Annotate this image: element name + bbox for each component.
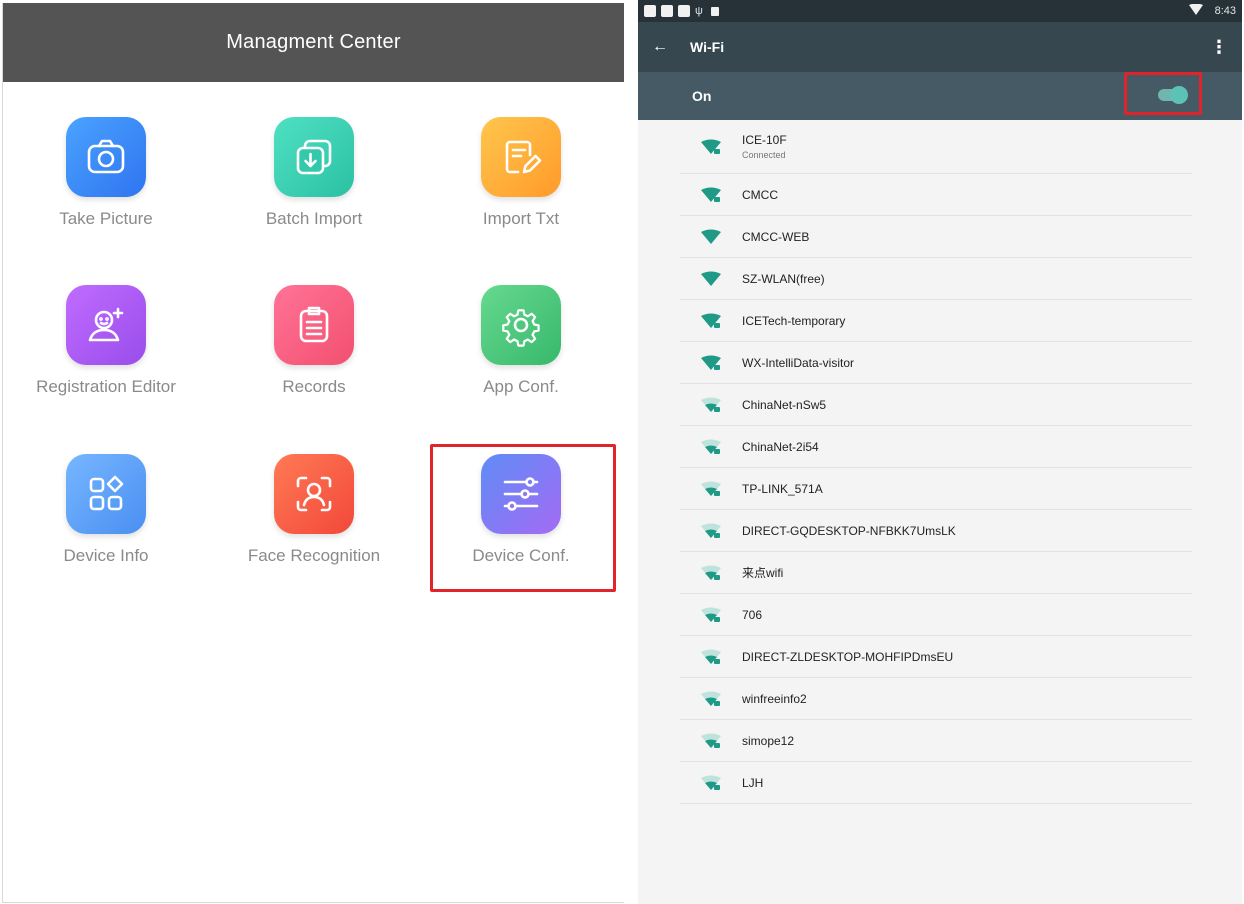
usb-icon: ψ bbox=[695, 5, 703, 17]
wifi-network-row[interactable]: winfreeinfo2 bbox=[680, 678, 1192, 720]
wifi-network-name: TP-LINK_571A bbox=[742, 481, 823, 496]
tile-take-picture[interactable]: Take Picture bbox=[6, 117, 206, 229]
back-arrow-icon[interactable]: ← bbox=[652, 38, 668, 56]
notification-icon bbox=[678, 5, 690, 17]
notification-icon bbox=[644, 5, 656, 17]
wifi-network-row[interactable]: SZ-WLAN(free) bbox=[680, 258, 1192, 300]
wifi-network-row[interactable]: LJH bbox=[680, 762, 1192, 804]
wifi-network-row[interactable]: simope12 bbox=[680, 720, 1192, 762]
wifi-network-row[interactable]: DIRECT-GQDESKTOP-NFBKK7UmsLK bbox=[680, 510, 1192, 552]
toggle-label: On bbox=[692, 88, 712, 104]
tile-registration-editor[interactable]: Registration Editor bbox=[6, 285, 206, 397]
wifi-network-row[interactable]: ChinaNet-2i54 bbox=[680, 426, 1192, 468]
tile-label: Device Info bbox=[63, 546, 149, 565]
wifi-network-row[interactable]: CMCC bbox=[680, 174, 1192, 216]
wifi-signal-icon bbox=[680, 691, 742, 707]
wifi-signal-icon bbox=[680, 565, 742, 581]
tile-label: Import Txt bbox=[482, 209, 560, 228]
wifi-network-row[interactable]: 来点wifi bbox=[680, 552, 1192, 594]
network-list: ICE-10F Connected CMCC CMCC-WEB SZ-WLAN(free… bbox=[680, 120, 1192, 804]
wifi-network-name: CMCC-WEB bbox=[742, 229, 810, 244]
wifi-network-row[interactable]: TP-LINK_571A bbox=[680, 468, 1192, 510]
wifi-network-name: ICETech-temporary bbox=[742, 313, 846, 328]
tile-face-recognition[interactable]: Face Recognition bbox=[214, 454, 414, 566]
wifi-network-name: ChinaNet-nSw5 bbox=[742, 397, 827, 412]
wifi-signal-icon bbox=[680, 313, 742, 329]
clock: 8:43 bbox=[1214, 5, 1236, 17]
wifi-signal-icon bbox=[680, 355, 742, 371]
tile-label: Face Recognition bbox=[247, 546, 381, 565]
management-center-panel: Managment Center Take Picture Batch Impo… bbox=[2, 3, 624, 903]
wifi-signal-icon bbox=[680, 733, 742, 749]
wifi-network-name: SZ-WLAN(free) bbox=[742, 271, 825, 286]
appbar-title: Wi-Fi bbox=[690, 39, 725, 55]
wifi-signal-icon bbox=[680, 439, 742, 455]
wifi-network-name: DIRECT-GQDESKTOP-NFBKK7UmsLK bbox=[742, 523, 956, 538]
wifi-network-name: ICE-10F bbox=[742, 133, 787, 147]
wifi-network-row[interactable]: CMCC-WEB bbox=[680, 216, 1192, 258]
wifi-network-row[interactable]: WX-IntelliData-visitor bbox=[680, 342, 1192, 384]
wifi-network-row[interactable]: ChinaNet-nSw5 bbox=[680, 384, 1192, 426]
header-bar: Managment Center bbox=[3, 3, 624, 82]
wifi-signal-icon bbox=[680, 481, 742, 497]
wifi-signal-icon bbox=[680, 271, 742, 287]
more-options-icon[interactable]: ⋮ bbox=[1210, 37, 1228, 58]
user-add-icon bbox=[66, 285, 146, 365]
wifi-network-row[interactable]: DIRECT-ZLDESKTOP-MOHFIPDmsEU bbox=[680, 636, 1192, 678]
wifi-network-name: LJH bbox=[742, 775, 764, 790]
tile-device-info[interactable]: Device Info bbox=[6, 454, 206, 566]
wifi-network-row[interactable]: ICE-10F Connected bbox=[680, 120, 1192, 174]
wifi-settings-panel: ψ 8:43 ← Wi-Fi ⋮ On ICE-10F Connected CMCC… bbox=[638, 0, 1242, 904]
status-bar: ψ 8:43 bbox=[638, 0, 1242, 22]
gear-icon bbox=[481, 285, 561, 365]
tile-batch-import[interactable]: Batch Import bbox=[214, 117, 414, 229]
wifi-network-name: simope12 bbox=[742, 733, 795, 748]
sd-card-icon bbox=[710, 6, 719, 16]
records-icon bbox=[274, 285, 354, 365]
wifi-network-name: WX-IntelliData-visitor bbox=[742, 355, 855, 370]
tile-records[interactable]: Records bbox=[214, 285, 414, 397]
wifi-network-row[interactable]: ICETech-temporary bbox=[680, 300, 1192, 342]
notification-icon bbox=[661, 5, 673, 17]
tile-label: Records bbox=[282, 377, 346, 396]
highlight-box bbox=[1124, 72, 1202, 115]
wifi-network-name: 706 bbox=[742, 607, 763, 622]
wifi-network-row[interactable]: 706 bbox=[680, 594, 1192, 636]
tile-import-txt[interactable]: Import Txt bbox=[421, 117, 621, 229]
wifi-network-name: ChinaNet-2i54 bbox=[742, 439, 819, 454]
wifi-network-name: winfreeinfo2 bbox=[742, 691, 807, 706]
tile-label: Take Picture bbox=[59, 209, 153, 228]
highlight-box bbox=[430, 444, 616, 592]
camera-icon bbox=[66, 117, 146, 197]
batch-import-icon bbox=[274, 117, 354, 197]
wifi-signal-icon bbox=[680, 139, 742, 155]
wifi-signal-icon bbox=[680, 229, 742, 245]
face-scan-icon bbox=[274, 454, 354, 534]
wifi-network-name: CMCC bbox=[742, 187, 778, 202]
tile-label: App Conf. bbox=[483, 377, 559, 396]
tile-label: Registration Editor bbox=[36, 377, 176, 396]
wifi-signal-icon bbox=[680, 397, 742, 413]
page-title: Managment Center bbox=[226, 31, 401, 53]
wifi-signal-icon bbox=[680, 607, 742, 623]
tile-label: Batch Import bbox=[265, 209, 363, 228]
wifi-status-icon bbox=[1188, 3, 1203, 19]
wifi-signal-icon bbox=[680, 775, 742, 791]
wifi-signal-icon bbox=[680, 523, 742, 539]
wifi-signal-icon bbox=[680, 187, 742, 203]
wifi-signal-icon bbox=[680, 649, 742, 665]
tile-app-conf[interactable]: App Conf. bbox=[421, 285, 621, 397]
wifi-network-status: Connected bbox=[742, 150, 786, 160]
app-bar: ← Wi-Fi ⋮ bbox=[638, 22, 1242, 72]
wifi-network-name: 来点wifi bbox=[742, 566, 784, 580]
wifi-network-name: DIRECT-ZLDESKTOP-MOHFIPDmsEU bbox=[742, 649, 954, 664]
import-txt-icon bbox=[481, 117, 561, 197]
grid-icon bbox=[66, 454, 146, 534]
